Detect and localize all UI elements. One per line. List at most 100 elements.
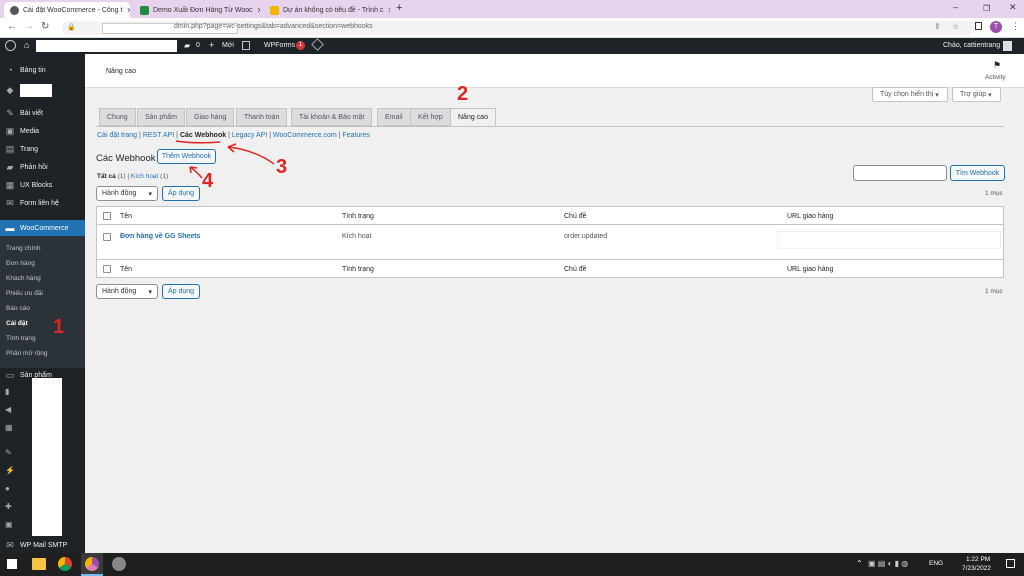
menu-forms[interactable]: ✉ Form liên hệ bbox=[0, 195, 85, 211]
submenu-customers[interactable]: Khách hàng bbox=[0, 271, 85, 286]
clock-time[interactable]: 1:22 PM bbox=[966, 556, 990, 563]
menu-comments[interactable]: ▰ Phản hồi bbox=[0, 159, 85, 175]
close-icon[interactable]: ✕ bbox=[257, 6, 260, 15]
select-all-checkbox[interactable] bbox=[103, 212, 111, 220]
submenu-home[interactable]: Trang chính bbox=[0, 241, 85, 256]
submenu-reports[interactable]: Báo cáo bbox=[0, 301, 85, 316]
submenu-extensions[interactable]: Phần mở rộng bbox=[0, 346, 85, 361]
submenu-coupons[interactable]: Phiếu ưu đãi bbox=[0, 286, 85, 301]
tab-shipping[interactable]: Giao hàng bbox=[186, 108, 235, 126]
menu-media[interactable]: ▣ Media bbox=[0, 123, 85, 139]
minimize-icon[interactable]: – bbox=[953, 2, 958, 12]
wrench-icon[interactable]: ✚ bbox=[5, 502, 12, 511]
chrome-profile-icon[interactable] bbox=[85, 557, 99, 571]
annotation-arrows bbox=[175, 140, 275, 179]
user-avatar[interactable] bbox=[1003, 41, 1012, 51]
menu-icon[interactable]: ⋮ bbox=[1011, 21, 1020, 32]
chrome-icon[interactable] bbox=[58, 557, 72, 571]
restore-icon[interactable]: ❐ bbox=[983, 4, 990, 13]
user-icon[interactable]: ● bbox=[5, 484, 10, 493]
analytics-icon[interactable]: ▮ bbox=[5, 387, 9, 396]
megaphone-icon[interactable]: ◀ bbox=[5, 405, 11, 414]
greeting[interactable]: Chào, cattientrang bbox=[943, 42, 1000, 49]
plugin-icon[interactable]: ⚡ bbox=[5, 466, 15, 475]
bulk-action-select[interactable]: Hành động ▾ bbox=[96, 186, 158, 201]
tab-accounts[interactable]: Tài khoản & Bảo mật bbox=[291, 108, 373, 126]
close-window-icon[interactable]: ✕ bbox=[1009, 2, 1017, 13]
tab-general[interactable]: Chung bbox=[99, 108, 136, 126]
menu-woocommerce[interactable]: ▬ WooCommerce bbox=[0, 220, 85, 236]
submenu-orders[interactable]: Đơn hàng bbox=[0, 256, 85, 271]
file-explorer-icon[interactable] bbox=[32, 558, 46, 570]
brush-icon[interactable]: ✎ bbox=[5, 448, 12, 457]
tab-advanced[interactable]: Nâng cao bbox=[450, 108, 496, 126]
apply-button-bottom[interactable]: Áp dụng bbox=[162, 284, 200, 299]
submenu-settings[interactable]: Cài đặt bbox=[0, 316, 85, 331]
app-icon[interactable] bbox=[112, 557, 126, 571]
wordpress-logo-icon[interactable] bbox=[5, 40, 16, 51]
menu-posts[interactable]: ✎ Bài viết bbox=[0, 105, 85, 121]
screen-options-button[interactable]: Tùy chọn hiển thị ▾ bbox=[872, 87, 948, 102]
windows-start-icon[interactable] bbox=[7, 559, 17, 569]
menu-wpmail[interactable]: ✉ WP Mail SMTP bbox=[0, 537, 85, 553]
filter-active[interactable]: Kích hoạt bbox=[131, 173, 158, 180]
new-tab-button[interactable]: + bbox=[396, 2, 402, 14]
menu-redacted[interactable]: ◆ bbox=[0, 82, 85, 98]
language-indicator[interactable]: ENG bbox=[929, 560, 943, 567]
submenu-status[interactable]: Tình trạng bbox=[0, 331, 85, 346]
tab-products[interactable]: Sản phẩm bbox=[137, 108, 185, 126]
chevron-up-icon[interactable]: ⌃ bbox=[856, 559, 863, 568]
wpforms-link[interactable]: WPForms bbox=[264, 42, 295, 49]
row-checkbox[interactable] bbox=[103, 233, 111, 241]
home-icon[interactable]: ⌂ bbox=[24, 40, 29, 50]
settings-icon[interactable]: ▣ bbox=[5, 520, 13, 529]
separator: | bbox=[338, 132, 341, 139]
bulk-action-select-bottom[interactable]: Hành động ▾ bbox=[96, 284, 158, 299]
share-icon[interactable]: ⇪ bbox=[934, 22, 941, 31]
search-input[interactable] bbox=[853, 165, 947, 181]
sidepanel-icon[interactable] bbox=[975, 22, 982, 30]
tab-demo-sheet[interactable]: Demo Xuất Đơn Hàng Từ Wooc ✕ bbox=[134, 2, 260, 18]
yoast-icon[interactable] bbox=[242, 41, 250, 50]
separator: | bbox=[127, 173, 130, 180]
apply-button[interactable]: Áp dụng bbox=[162, 186, 200, 201]
comment-icon[interactable]: ▰ bbox=[184, 41, 190, 50]
comments-count[interactable]: 0 bbox=[196, 42, 200, 49]
tab-email[interactable]: Email bbox=[377, 108, 411, 126]
omnibox[interactable]: 🔒 dmin.php?page=wc-settings&tab=advanced… bbox=[62, 21, 974, 35]
column-footer-name[interactable]: Tên bbox=[120, 266, 132, 273]
profile-avatar[interactable]: T bbox=[990, 21, 1002, 33]
search-webhooks-button[interactable]: Tìm Webhook bbox=[950, 165, 1005, 181]
new-content-link[interactable]: Mới bbox=[222, 42, 234, 49]
wp-admin-bar: ⌂ ▰ 0 + Mới WPForms 1 Chào, cattientrang bbox=[0, 38, 1024, 54]
tab-payments[interactable]: Thanh toán bbox=[236, 108, 288, 126]
tab-integration[interactable]: Kết hợp bbox=[410, 108, 451, 126]
menu-pages[interactable]: ▤ Trang bbox=[0, 141, 85, 157]
table-icon[interactable]: ▦ bbox=[5, 423, 13, 432]
forward-icon[interactable]: → bbox=[24, 21, 34, 32]
webhook-name-link[interactable]: Đơn hàng về GG Sheets bbox=[120, 233, 200, 240]
subnav-features[interactable]: Features bbox=[342, 132, 370, 139]
activity-link[interactable]: Activity bbox=[985, 74, 1006, 81]
tab-untitled-project[interactable]: Dự án không có tiêu đề - Trình c ✕ bbox=[264, 2, 390, 18]
pin-icon: ✎ bbox=[6, 107, 14, 118]
select-all-checkbox[interactable] bbox=[103, 265, 111, 273]
reload-icon[interactable]: ↻ bbox=[41, 21, 49, 32]
subnav-woocommerce-com[interactable]: WooCommerce.com bbox=[273, 132, 337, 139]
back-icon[interactable]: ← bbox=[7, 21, 17, 32]
help-button[interactable]: Trợ giúp ▾ bbox=[952, 87, 1001, 102]
tray-icons[interactable]: ▣ ▤ ◐ ▮ ◍ bbox=[868, 559, 908, 568]
close-icon[interactable]: ✕ bbox=[126, 6, 130, 15]
close-icon[interactable]: ✕ bbox=[387, 6, 390, 15]
diamond-icon[interactable] bbox=[311, 38, 324, 51]
star-icon[interactable]: ☆ bbox=[952, 22, 959, 31]
column-header-name[interactable]: Tên bbox=[120, 213, 132, 220]
filter-all[interactable]: Tất cả bbox=[97, 173, 116, 180]
clock-date[interactable]: 7/23/2022 bbox=[962, 565, 991, 572]
notification-icon[interactable] bbox=[1006, 559, 1015, 568]
menu-dashboard[interactable]: ◔ Bảng tin bbox=[0, 62, 85, 78]
flag-icon[interactable]: ⚑ bbox=[993, 60, 1001, 71]
tab-woocommerce-settings[interactable]: Cài đặt WooCommerce - Công t ✕ bbox=[4, 2, 130, 18]
subnav-page-setup[interactable]: Cài đặt trang bbox=[97, 132, 137, 139]
menu-uxblocks[interactable]: ▦ UX Blocks bbox=[0, 177, 85, 193]
